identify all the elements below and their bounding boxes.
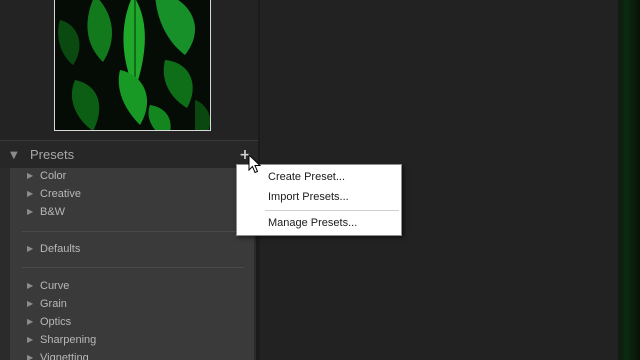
triangle-right-icon[interactable]: ▶ <box>27 317 33 326</box>
preset-group-label: Creative <box>40 188 81 200</box>
preset-group-curve[interactable]: ▶ Curve <box>10 278 250 296</box>
preset-group-bw[interactable]: ▶ B&W <box>10 204 250 222</box>
triangle-right-icon[interactable]: ▶ <box>27 281 33 290</box>
photo-edge <box>618 0 640 360</box>
triangle-right-icon[interactable]: ▶ <box>27 189 33 198</box>
menu-item-manage-presets[interactable]: Manage Presets... <box>268 217 357 229</box>
green-leaves-image <box>55 0 210 130</box>
presets-panel-title: Presets <box>30 147 75 162</box>
mouse-pointer-icon <box>248 153 262 174</box>
menu-item-create-preset[interactable]: Create Preset... <box>268 171 345 183</box>
preset-group-label: Color <box>40 170 67 182</box>
preset-group-label: Sharpening <box>40 334 97 346</box>
navigator-preview <box>0 0 258 140</box>
preset-group-color[interactable]: ▶ Color <box>10 168 250 186</box>
preset-list: ▶ Color ▶ Creative ▶ B&W ▶ Defaults ▶ Cu… <box>10 168 254 360</box>
preset-group-vignetting[interactable]: ▶ Vignetting <box>10 350 250 360</box>
preset-divider <box>22 267 244 268</box>
triangle-down-icon[interactable]: ▼ <box>10 150 18 161</box>
preset-divider <box>22 231 244 232</box>
menu-separator <box>265 210 399 211</box>
preset-group-optics[interactable]: ▶ Optics <box>10 314 250 332</box>
preset-group-label: Vignetting <box>40 352 89 360</box>
preset-group-grain[interactable]: ▶ Grain <box>10 296 250 314</box>
triangle-right-icon[interactable]: ▶ <box>27 171 33 180</box>
preset-group-label: Curve <box>40 280 70 292</box>
preset-group-sharpening[interactable]: ▶ Sharpening <box>10 332 250 350</box>
triangle-right-icon[interactable]: ▶ <box>27 207 33 216</box>
preset-group-creative[interactable]: ▶ Creative <box>10 186 250 204</box>
left-panel: ▼ Presets + ▶ Color ▶ Creative ▶ B&W ▶ D… <box>0 0 258 360</box>
preset-group-label: Defaults <box>40 243 81 255</box>
triangle-right-icon[interactable]: ▶ <box>27 299 33 308</box>
add-preset-context-menu: Create Preset... Import Presets... Manag… <box>236 164 402 236</box>
triangle-right-icon[interactable]: ▶ <box>27 335 33 344</box>
presets-panel-header[interactable]: ▼ Presets <box>0 140 258 168</box>
triangle-right-icon[interactable]: ▶ <box>27 353 33 360</box>
photo-thumbnail[interactable] <box>54 0 211 131</box>
menu-item-import-presets[interactable]: Import Presets... <box>268 191 349 203</box>
preset-group-label: Optics <box>40 316 72 328</box>
triangle-right-icon[interactable]: ▶ <box>27 244 33 253</box>
preset-group-defaults[interactable]: ▶ Defaults <box>10 241 250 259</box>
preset-group-label: Grain <box>40 298 67 310</box>
preset-group-label: B&W <box>40 206 66 218</box>
